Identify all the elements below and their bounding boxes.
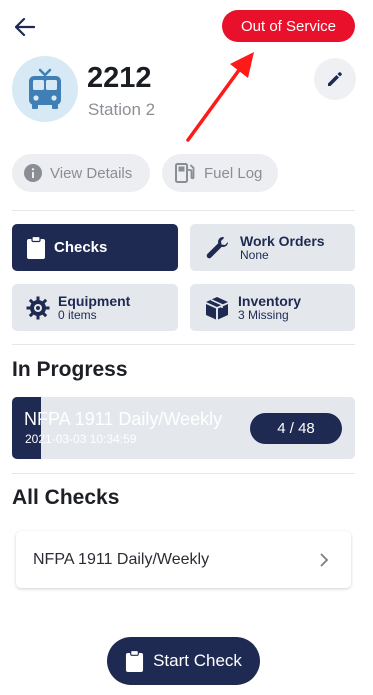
info-icon [24, 164, 42, 182]
fuel-log-button[interactable]: Fuel Log [162, 154, 278, 192]
in-progress-heading: In Progress [12, 358, 128, 381]
start-check-label: Start Check [153, 651, 242, 670]
station-name: Station 2 [88, 100, 156, 119]
in-progress-check-name: NFPA 1911 Daily/Weekly [24, 409, 223, 429]
gear-icon [26, 296, 50, 319]
check-item-label: NFPA 1911 Daily/Weekly [33, 550, 210, 568]
chevron-right-icon [320, 553, 329, 566]
tile-checks-title: Checks [54, 239, 108, 256]
start-check-button[interactable]: Start Check [107, 637, 260, 685]
box-icon [206, 296, 228, 319]
bus-icon [29, 68, 61, 109]
status-badge[interactable]: Out of Service [222, 10, 355, 42]
view-details-button[interactable]: View Details [12, 154, 150, 192]
tile-equipment-title: Equipment [58, 292, 131, 309]
wrench-icon [206, 236, 228, 258]
annotation-arrow [186, 52, 254, 142]
divider [12, 210, 355, 211]
all-checks-heading: All Checks [12, 486, 120, 509]
progress-count-badge: 4 / 48 [250, 413, 342, 444]
tile-inventory[interactable]: Inventory 3 Missing [190, 284, 355, 331]
tile-equipment[interactable]: Equipment 0 items [12, 284, 178, 331]
list-item[interactable]: NFPA 1911 Daily/Weekly [16, 531, 351, 588]
divider [12, 344, 355, 345]
tile-equipment-subtitle: 0 items [58, 307, 97, 322]
fuel-log-label: Fuel Log [204, 164, 263, 182]
edit-button[interactable] [314, 58, 356, 100]
fuel-pump-icon [175, 163, 195, 183]
in-progress-check-card[interactable]: NFPA 1911 Daily/Weekly 2021-03-03 10:34:… [12, 397, 355, 459]
arrow-left-icon [15, 18, 35, 36]
view-details-label: View Details [50, 164, 133, 182]
divider [12, 473, 355, 474]
in-progress-timestamp: 2021-03-03 10:34:59 [25, 432, 137, 446]
vehicle-avatar [12, 56, 78, 122]
tile-inventory-title: Inventory [238, 292, 302, 309]
tile-inventory-subtitle: 3 Missing [238, 307, 289, 322]
clipboard-icon [27, 235, 45, 259]
tile-checks[interactable]: Checks [12, 224, 178, 271]
unit-number: 2212 [87, 62, 152, 94]
tile-work-orders-title: Work Orders [240, 232, 325, 249]
tile-work-orders-subtitle: None [240, 247, 269, 262]
clipboard-icon [126, 649, 144, 672]
back-button[interactable] [12, 14, 38, 40]
pencil-icon [328, 72, 342, 86]
tile-work-orders[interactable]: Work Orders None [190, 224, 355, 271]
